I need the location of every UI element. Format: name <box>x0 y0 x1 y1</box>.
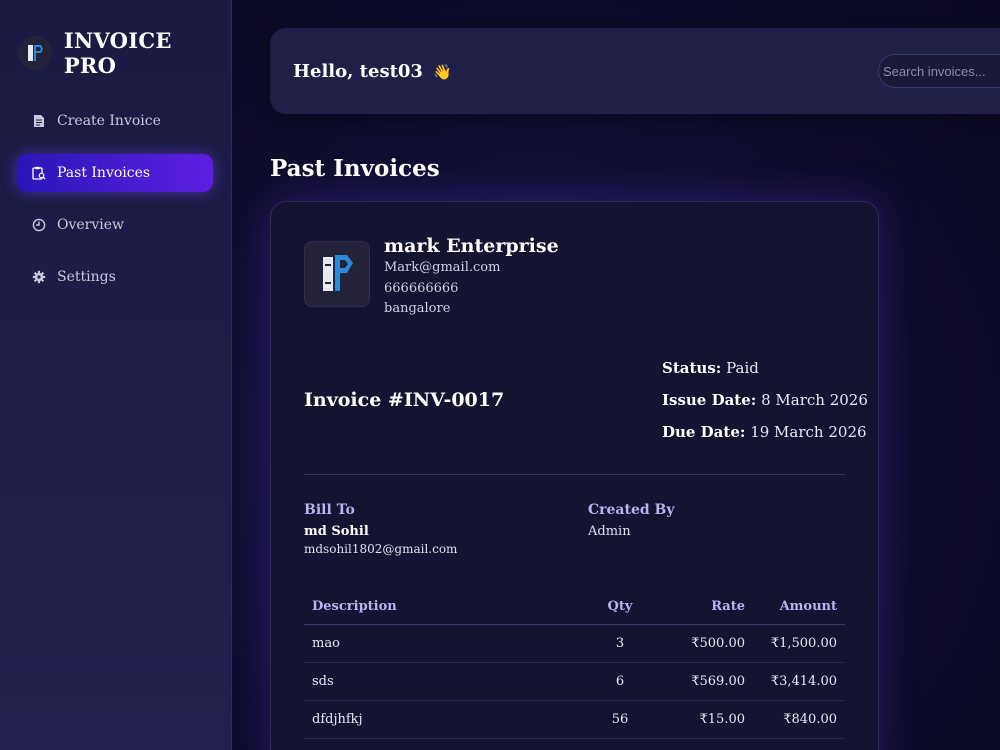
issue-date-label: Issue Date: <box>662 391 757 409</box>
page-title: Past Invoices <box>270 155 440 182</box>
search-input[interactable] <box>878 54 1000 88</box>
app-title: INVOICE PRO <box>63 28 172 78</box>
bill-to-email: mdsohil1802@gmail.com <box>304 542 458 556</box>
greeting: Hello, test03 👋 <box>293 61 452 82</box>
document-icon <box>32 114 46 128</box>
col-amount[interactable]: Amount <box>745 599 845 614</box>
sidebar-item-create-invoice[interactable]: Create Invoice <box>17 102 213 140</box>
brand[interactable]: INVOICE PRO <box>18 28 231 78</box>
business-name: mark Enterprise <box>384 235 559 257</box>
invoice-card[interactable]: mark Enterprise Mark@gmail.com 666666666… <box>270 201 879 750</box>
business-phone: 666666666 <box>384 281 459 296</box>
sidebar-item-label: Overview <box>57 217 125 233</box>
status-label: Status: <box>662 359 722 377</box>
sidebar-item-overview[interactable]: Overview <box>17 206 213 244</box>
table-row: dfdjhfkj 56 ₹15.00 ₹840.00 <box>304 701 845 739</box>
top-bar: Hello, test03 👋 <box>270 28 1000 114</box>
clipboard-search-icon <box>32 166 46 180</box>
table-header: Description Qty Rate Amount <box>304 589 845 625</box>
item-rate: ₹569.00 <box>691 674 745 689</box>
item-description: mao <box>312 636 340 651</box>
divider <box>304 474 845 475</box>
issue-date-row: Issue Date: 8 March 2026 <box>662 391 868 409</box>
due-date-label: Due Date: <box>662 423 746 441</box>
sidebar-nav: Create Invoice Past Invoices Overview Se… <box>17 102 213 310</box>
business-city: bangalore <box>384 301 451 316</box>
table-row: sds 6 ₹569.00 ₹3,414.00 <box>304 663 845 701</box>
sidebar-item-label: Create Invoice <box>57 113 161 129</box>
invoice-number: Invoice #INV-0017 <box>304 389 505 411</box>
status-row: Status: Paid <box>662 359 759 377</box>
main-content: Hello, test03 👋 Past Invoices mark Enter… <box>232 0 1000 750</box>
greeting-text: Hello, test03 <box>293 61 423 82</box>
col-rate[interactable]: Rate <box>660 599 745 614</box>
col-description[interactable]: Description <box>304 599 580 614</box>
item-qty: 3 <box>615 636 625 651</box>
col-qty[interactable]: Qty <box>580 599 660 614</box>
due-date: 19 March 2026 <box>750 423 867 441</box>
item-amount: ₹3,414.00 <box>770 674 837 689</box>
issue-date: 8 March 2026 <box>761 391 868 409</box>
item-description: sds <box>312 674 334 689</box>
business-logo <box>304 241 370 307</box>
item-rate: ₹500.00 <box>691 636 745 651</box>
due-date-row: Due Date: 19 March 2026 <box>662 423 867 441</box>
created-by-label: Created By <box>588 502 675 518</box>
gear-icon <box>32 270 46 284</box>
bill-to-name: md Sohil <box>304 524 369 539</box>
item-qty: 6 <box>615 674 625 689</box>
status-badge: Paid <box>726 359 759 377</box>
sidebar-item-past-invoices[interactable]: Past Invoices <box>17 154 213 192</box>
clock-icon <box>32 218 46 232</box>
sidebar-item-label: Settings <box>57 269 116 285</box>
sidebar-item-label: Past Invoices <box>57 165 151 181</box>
created-by-value: Admin <box>588 524 631 539</box>
item-qty: 56 <box>611 712 629 727</box>
item-description: dfdjhfkj <box>312 712 363 727</box>
items-table: Description Qty Rate Amount mao 3 ₹500.0… <box>304 589 845 739</box>
ip-logo-icon <box>18 36 52 70</box>
table-row: mao 3 ₹500.00 ₹1,500.00 <box>304 625 845 663</box>
item-amount: ₹840.00 <box>783 712 837 727</box>
wave-icon: 👋 <box>433 63 452 81</box>
business-email: Mark@gmail.com <box>384 260 501 275</box>
item-amount: ₹1,500.00 <box>770 636 837 651</box>
bill-to-label: Bill To <box>304 502 355 518</box>
sidebar-item-settings[interactable]: Settings <box>17 258 213 296</box>
item-rate: ₹15.00 <box>699 712 746 727</box>
sidebar: INVOICE PRO Create Invoice Past Invoices… <box>0 0 232 750</box>
